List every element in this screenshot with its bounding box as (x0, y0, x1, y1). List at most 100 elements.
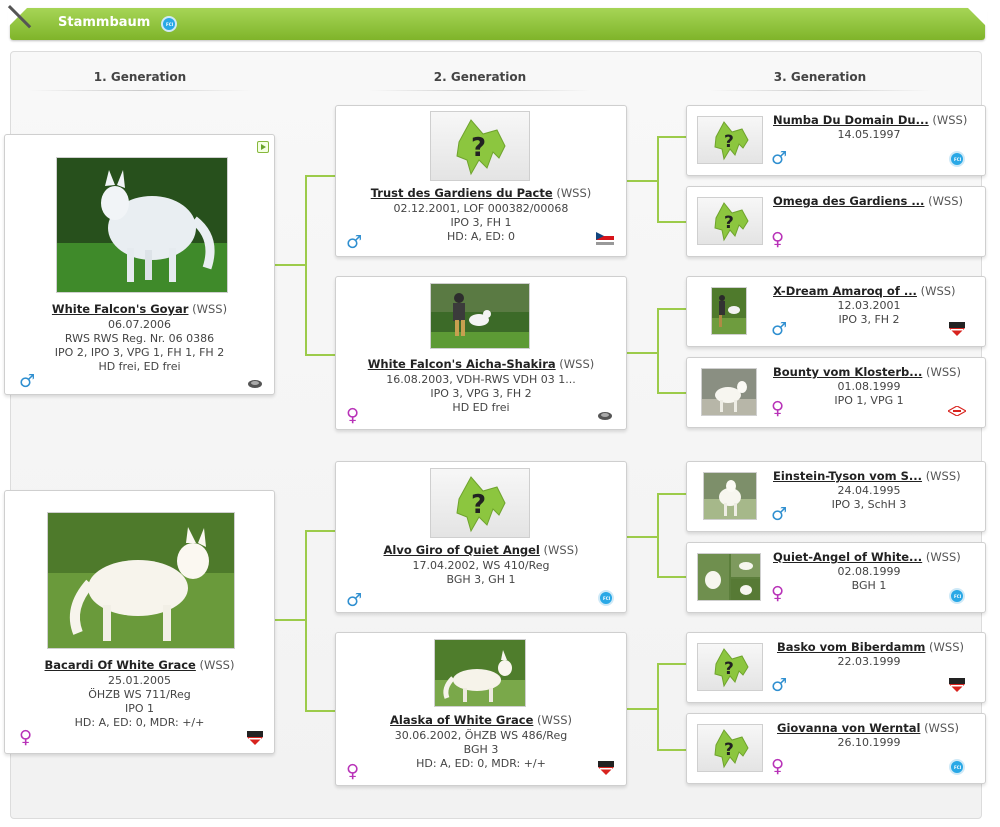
unknown-dog-icon: ? (714, 202, 749, 242)
dog-photo[interactable] (56, 157, 228, 293)
dog-name-link[interactable]: White Falcon's Aicha-Shakira (368, 357, 556, 371)
dog-photo[interactable] (47, 512, 235, 649)
female-icon: ♀ (771, 398, 785, 419)
dog-photo[interactable] (434, 639, 526, 707)
female-icon: ♀ (19, 727, 33, 748)
dog-birthdate: 06.07.2006 (108, 318, 171, 331)
female-icon: ♀ (346, 761, 360, 782)
dog-health: HD: A, ED: 0, MDR: +/+ (74, 716, 205, 729)
play-video-icon[interactable] (257, 141, 269, 153)
dog-breed: (WSS) (192, 302, 228, 316)
dog-name-link[interactable]: Giovanna von Werntal (777, 721, 920, 735)
dog-name-link[interactable]: White Falcon's Goyar (52, 302, 189, 316)
okv-icon (949, 322, 965, 336)
dog-name-link[interactable]: Einstein-Tyson vom S... (773, 469, 922, 483)
dog-info-line: 17.04.2002, WS 410/Reg (412, 559, 550, 572)
male-icon: ♂ (771, 319, 788, 340)
unknown-dog-icon: ? (714, 121, 749, 161)
gen2-card-2[interactable]: White Falcon's Aicha-Shakira (WSS) 16.08… (335, 276, 627, 430)
dog-name-link[interactable]: Alvo Giro of Quiet Angel (384, 543, 540, 557)
placeholder-photo[interactable]: ? (430, 468, 530, 538)
dog-breed: (WSS) (929, 640, 964, 654)
dog-info-line: 24.04.1995 (837, 484, 901, 497)
dog-breed: (WSS) (932, 113, 968, 127)
placeholder-photo[interactable]: ? (697, 116, 763, 164)
dog-photo-image (698, 554, 760, 600)
dog-info-line: HD ED frei (452, 401, 510, 414)
dog-name-line: White Falcon's Goyar (WSS) (5, 302, 274, 316)
dog-photo-collage[interactable] (697, 553, 761, 601)
dog-name-line: Numba Du Domain Du... (WSS) (773, 113, 967, 127)
svg-text:?: ? (471, 490, 486, 520)
gen2-card-1[interactable]: ? Trust des Gardiens du Pacte (WSS) 02.1… (335, 105, 627, 257)
turtle-icon (598, 412, 612, 420)
gen3-card-8[interactable]: ? Giovanna von Werntal (WSS) 26.10.1999 … (686, 713, 986, 784)
dog-name-line: Alaska of White Grace (WSS) (336, 713, 626, 727)
gen3-card-1[interactable]: ? Numba Du Domain Du... (WSS) 14.05.1997… (686, 105, 986, 176)
gen3-card-6[interactable]: Quiet-Angel of White... (WSS) 02.08.1999… (686, 542, 986, 613)
male-icon: ♂ (771, 504, 788, 525)
okv-icon (247, 731, 263, 745)
fci-icon (949, 151, 965, 167)
dog-info-line: IPO 3, SchH 3 (831, 498, 907, 511)
dog-birthdate: 25.01.2005 (108, 674, 171, 687)
dog-name-link[interactable]: Omega des Gardiens ... (773, 194, 924, 208)
dog-photo[interactable] (430, 283, 530, 349)
okv-icon (949, 678, 965, 692)
dog-breed: (WSS) (543, 543, 579, 557)
gen2-card-4[interactable]: Alaska of White Grace (WSS) 30.06.2002, … (335, 632, 627, 786)
placeholder-photo[interactable]: ? (697, 643, 763, 691)
female-icon: ♀ (771, 229, 785, 250)
gen3-card-4[interactable]: Bounty vom Klosterb... (WSS) 01.08.1999 … (686, 357, 986, 428)
male-icon: ♂ (346, 232, 363, 253)
gen3-card-3[interactable]: X-Dream Amaroq of ... (WSS) 12.03.2001 I… (686, 276, 986, 347)
dog-breed: (WSS) (556, 186, 592, 200)
dog-info-line: HD: A, ED: 0 (446, 230, 516, 243)
dog-name-line: Alvo Giro of Quiet Angel (WSS) (336, 543, 626, 557)
dog-name-link[interactable]: Basko vom Biberdamm (777, 640, 925, 654)
dog-info-line: BGH 1 (851, 579, 887, 592)
gen3-card-2[interactable]: ? Omega des Gardiens ... (WSS) ♀ (686, 186, 986, 257)
gen3-card-7[interactable]: ? Basko vom Biberdamm (WSS) 22.03.1999 ♂ (686, 632, 986, 703)
dog-breed: (WSS) (925, 365, 961, 379)
dog-photo-image (704, 473, 756, 519)
gen2-card-3[interactable]: ? Alvo Giro of Quiet Angel (WSS) 17.04.2… (335, 461, 627, 613)
female-icon: ♀ (771, 756, 785, 777)
dog-breed: (WSS) (920, 284, 956, 298)
dog-breed: (WSS) (199, 658, 235, 672)
unknown-dog-icon: ? (456, 119, 506, 176)
dog-name-line: X-Dream Amaroq of ... (WSS) (773, 284, 956, 298)
dog-info-line: 22.03.1999 (837, 655, 901, 668)
placeholder-photo[interactable]: ? (697, 197, 763, 245)
dog-name-line: Basko vom Biberdamm (WSS) (777, 640, 964, 654)
dog-name-link[interactable]: Bounty vom Klosterb... (773, 365, 922, 379)
dog-info-line: 26.10.1999 (837, 736, 901, 749)
dog-photo-image (435, 640, 525, 706)
gen3-card-5[interactable]: Einstein-Tyson vom S... (WSS) 24.04.1995… (686, 461, 986, 532)
dog-name-line: Giovanna von Werntal (WSS) (777, 721, 959, 735)
placeholder-photo[interactable]: ? (430, 111, 530, 181)
dog-photo[interactable] (701, 368, 757, 416)
dog-name-link[interactable]: Numba Du Domain Du... (773, 113, 929, 127)
dog-photo-image (57, 158, 227, 292)
dog-name-link[interactable]: Quiet-Angel of White... (773, 550, 922, 564)
dog-name-link[interactable]: Alaska of White Grace (390, 713, 533, 727)
vdh-icon (948, 406, 966, 416)
dog-photo-image (712, 288, 746, 334)
dog-name-line: Omega des Gardiens ... (WSS) (773, 194, 963, 208)
dog-photo[interactable] (703, 472, 757, 520)
dog-breed: (WSS) (537, 713, 572, 727)
gen1-card-dam[interactable]: Bacardi Of White Grace (WSS) 25.01.2005 … (4, 490, 275, 754)
dog-name-link[interactable]: Trust des Gardiens du Pacte (371, 186, 553, 200)
placeholder-photo[interactable]: ? (697, 724, 763, 772)
female-icon: ♀ (771, 583, 785, 604)
dog-info-line: HD: A, ED: 0, MDR: +/+ (416, 757, 546, 770)
dog-name-link[interactable]: X-Dream Amaroq of ... (773, 284, 917, 298)
svg-text:?: ? (724, 659, 734, 679)
svg-text:?: ? (724, 740, 734, 760)
dog-name-line: Einstein-Tyson vom S... (WSS) (773, 469, 961, 483)
dog-name-link[interactable]: Bacardi Of White Grace (45, 658, 196, 672)
male-icon: ♂ (19, 371, 36, 392)
gen1-card-sire[interactable]: White Falcon's Goyar (WSS) 06.07.2006 RW… (4, 134, 275, 395)
dog-photo[interactable] (711, 287, 747, 335)
